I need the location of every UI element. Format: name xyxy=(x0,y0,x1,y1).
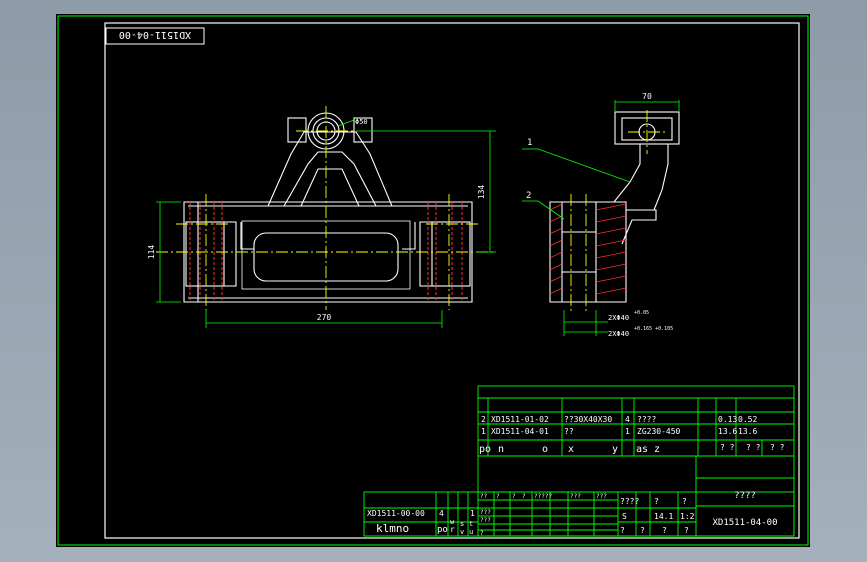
svg-text:S: S xyxy=(622,512,627,521)
svg-text:1: 1 xyxy=(470,509,475,518)
svg-text:4: 4 xyxy=(625,415,630,424)
svg-text:r: r xyxy=(450,525,455,534)
side-centerlines xyxy=(570,110,666,314)
svg-text:???: ??? xyxy=(480,517,491,524)
svg-text:?: ? xyxy=(620,526,625,535)
bom-right-marks: ? ? ? ? ? ? xyxy=(720,443,785,452)
svg-text:???: ??? xyxy=(596,493,607,500)
svg-text:?: ? xyxy=(662,526,667,535)
svg-text:x: x xyxy=(568,444,574,455)
title-mid: ???? ? ? S 14.1 1:2 ? ? ? ? xyxy=(620,497,695,535)
svg-text:?: ? xyxy=(682,497,687,506)
svg-text:po: po xyxy=(479,444,491,455)
svg-text:z: z xyxy=(654,444,660,455)
svg-text:?: ? xyxy=(684,526,689,535)
svg-text:XD1511-04-01: XD1511-04-01 xyxy=(491,427,549,436)
svg-text:??: ?? xyxy=(564,427,574,436)
tol-1-sup: +0.05 xyxy=(634,310,649,316)
svg-text:? ?: ? ? xyxy=(770,443,785,452)
svg-text:t: t xyxy=(469,520,473,528)
leader-2: 2 xyxy=(526,191,531,201)
svg-text:n: n xyxy=(498,444,504,455)
svg-text:?????: ????? xyxy=(534,493,552,500)
drawing-canvas: XD1511-04-00 270 114 134 Φ50 70 1 2 2XΦ4… xyxy=(56,14,810,547)
part-code: XD1511-04-00 xyxy=(712,518,777,528)
cad-drawing: XD1511-04-00 270 114 134 Φ50 70 1 2 2XΦ4… xyxy=(57,15,809,546)
leader-1: 1 xyxy=(527,138,532,148)
svg-text:1: 1 xyxy=(625,427,630,436)
dim-height: 114 xyxy=(147,245,156,260)
svg-text:klmno: klmno xyxy=(376,522,409,535)
svg-text:??: ?? xyxy=(480,493,488,500)
svg-text:0.13: 0.13 xyxy=(718,415,737,424)
svg-text:po: po xyxy=(437,525,448,535)
svg-text:v: v xyxy=(460,528,464,536)
outer-border xyxy=(57,15,809,546)
title-assy: XD1511-00-00 4 1 klmno po r s t u v w xyxy=(367,509,475,536)
side-view xyxy=(549,111,680,303)
tol-2-sup: +0.165 +0.105 xyxy=(634,326,673,332)
svg-text:? ?: ? ? xyxy=(720,443,735,452)
svg-text:as: as xyxy=(636,444,648,455)
svg-text:13.6: 13.6 xyxy=(718,427,737,436)
svg-text:?: ? xyxy=(512,493,516,500)
svg-text:14.1: 14.1 xyxy=(654,512,673,521)
inner-border xyxy=(104,22,800,539)
svg-text:ZG230-450: ZG230-450 xyxy=(637,427,681,436)
svg-text:s: s xyxy=(460,520,464,528)
svg-text:y: y xyxy=(612,444,618,455)
svg-text:u: u xyxy=(469,528,473,536)
code-box-text: XD1511-04-00 xyxy=(119,29,191,40)
dim-width: 270 xyxy=(317,313,332,322)
svg-text:???: ??? xyxy=(480,509,491,516)
svg-text:?: ? xyxy=(640,526,645,535)
svg-text:0.52: 0.52 xyxy=(738,415,757,424)
dim-side: 70 xyxy=(642,92,652,101)
tol-2: 2XΦ40 xyxy=(608,330,629,338)
svg-text:4: 4 xyxy=(439,509,444,518)
svg-text:?: ? xyxy=(496,493,500,500)
svg-text:2: 2 xyxy=(481,415,486,424)
svg-text:?: ? xyxy=(480,530,484,537)
svg-text:XD1511-01-02: XD1511-01-02 xyxy=(491,415,549,424)
svg-text:1: 1 xyxy=(481,427,486,436)
svg-text:? ?: ? ? xyxy=(746,443,761,452)
bom-header: po n o x y as z xyxy=(479,444,660,455)
svg-text:13.6: 13.6 xyxy=(738,427,757,436)
svg-text:???: ??? xyxy=(570,493,581,500)
svg-text:?: ? xyxy=(654,497,659,506)
svg-text:?: ? xyxy=(522,493,526,500)
svg-text:o: o xyxy=(542,444,548,455)
svg-text:XD1511-00-00: XD1511-00-00 xyxy=(367,509,425,518)
front-centerlines xyxy=(156,106,496,310)
tol-1: 2XΦ40 xyxy=(608,314,629,322)
dim-top: 134 xyxy=(477,185,486,200)
front-view xyxy=(183,112,473,303)
svg-text:????: ???? xyxy=(620,497,639,506)
svg-text:????: ???? xyxy=(637,415,656,424)
dim-hole: Φ50 xyxy=(355,118,368,126)
svg-text:1:2: 1:2 xyxy=(680,512,695,521)
part-name: ???? xyxy=(734,491,756,501)
svg-text:??30X40X30: ??30X40X30 xyxy=(564,415,612,424)
